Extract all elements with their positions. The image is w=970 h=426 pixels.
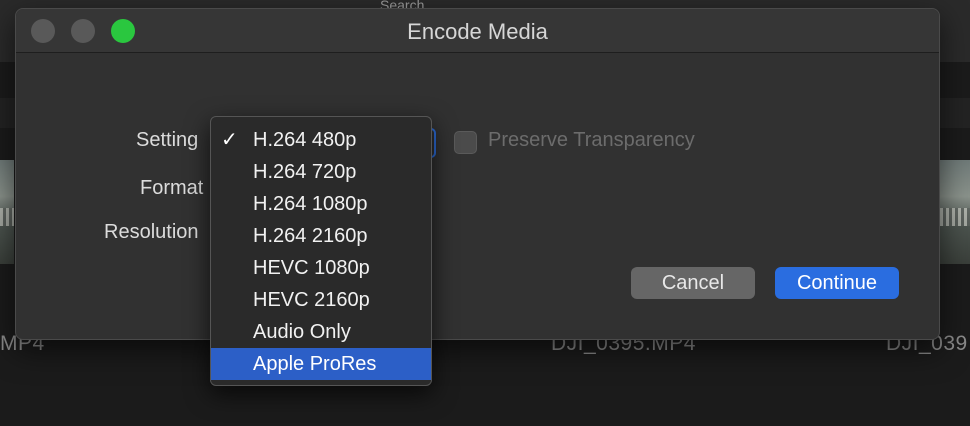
format-label: Format — [140, 177, 204, 199]
menu-item-label: H.264 1080p — [253, 193, 368, 215]
preserve-transparency-label: Preserve Transparency — [488, 129, 695, 151]
menu-item-label: H.264 480p — [253, 129, 357, 151]
menu-item-h264-1080p[interactable]: H.264 1080p — [211, 188, 431, 220]
continue-button[interactable]: Continue — [775, 267, 899, 299]
dialog-title: Encode Media — [407, 19, 548, 44]
cancel-button[interactable]: Cancel — [631, 267, 755, 299]
encode-media-dialog: Encode Media Setting Format Resolution P… — [15, 8, 940, 340]
setting-popup-menu: ✓ H.264 480p H.264 720p H.264 1080p H.26… — [210, 116, 432, 386]
clip-thumbnail[interactable] — [940, 160, 970, 264]
setting-label: Setting — [136, 129, 199, 151]
menu-item-h264-2160p[interactable]: H.264 2160p — [211, 220, 431, 252]
dialog-titlebar: Encode Media — [16, 9, 939, 53]
preserve-transparency-checkbox[interactable] — [454, 131, 477, 154]
menu-item-h264-720p[interactable]: H.264 720p — [211, 156, 431, 188]
menu-item-apple-prores[interactable]: Apple ProRes — [211, 348, 431, 380]
menu-item-label: Apple ProRes — [253, 353, 377, 375]
menu-item-audio-only[interactable]: Audio Only — [211, 316, 431, 348]
menu-item-label: Audio Only — [253, 321, 351, 343]
menu-item-label: HEVC 1080p — [253, 257, 370, 279]
checkmark-icon: ✓ — [221, 129, 238, 151]
clip-thumbnail[interactable] — [0, 160, 14, 264]
menu-item-label: H.264 2160p — [253, 225, 368, 247]
menu-item-label: H.264 720p — [253, 161, 357, 183]
resolution-label: Resolution — [104, 221, 199, 243]
menu-item-label: HEVC 2160p — [253, 289, 370, 311]
menu-item-hevc-2160p[interactable]: HEVC 2160p — [211, 284, 431, 316]
menu-item-hevc-1080p[interactable]: HEVC 1080p — [211, 252, 431, 284]
menu-item-h264-480p[interactable]: ✓ H.264 480p — [211, 124, 431, 156]
